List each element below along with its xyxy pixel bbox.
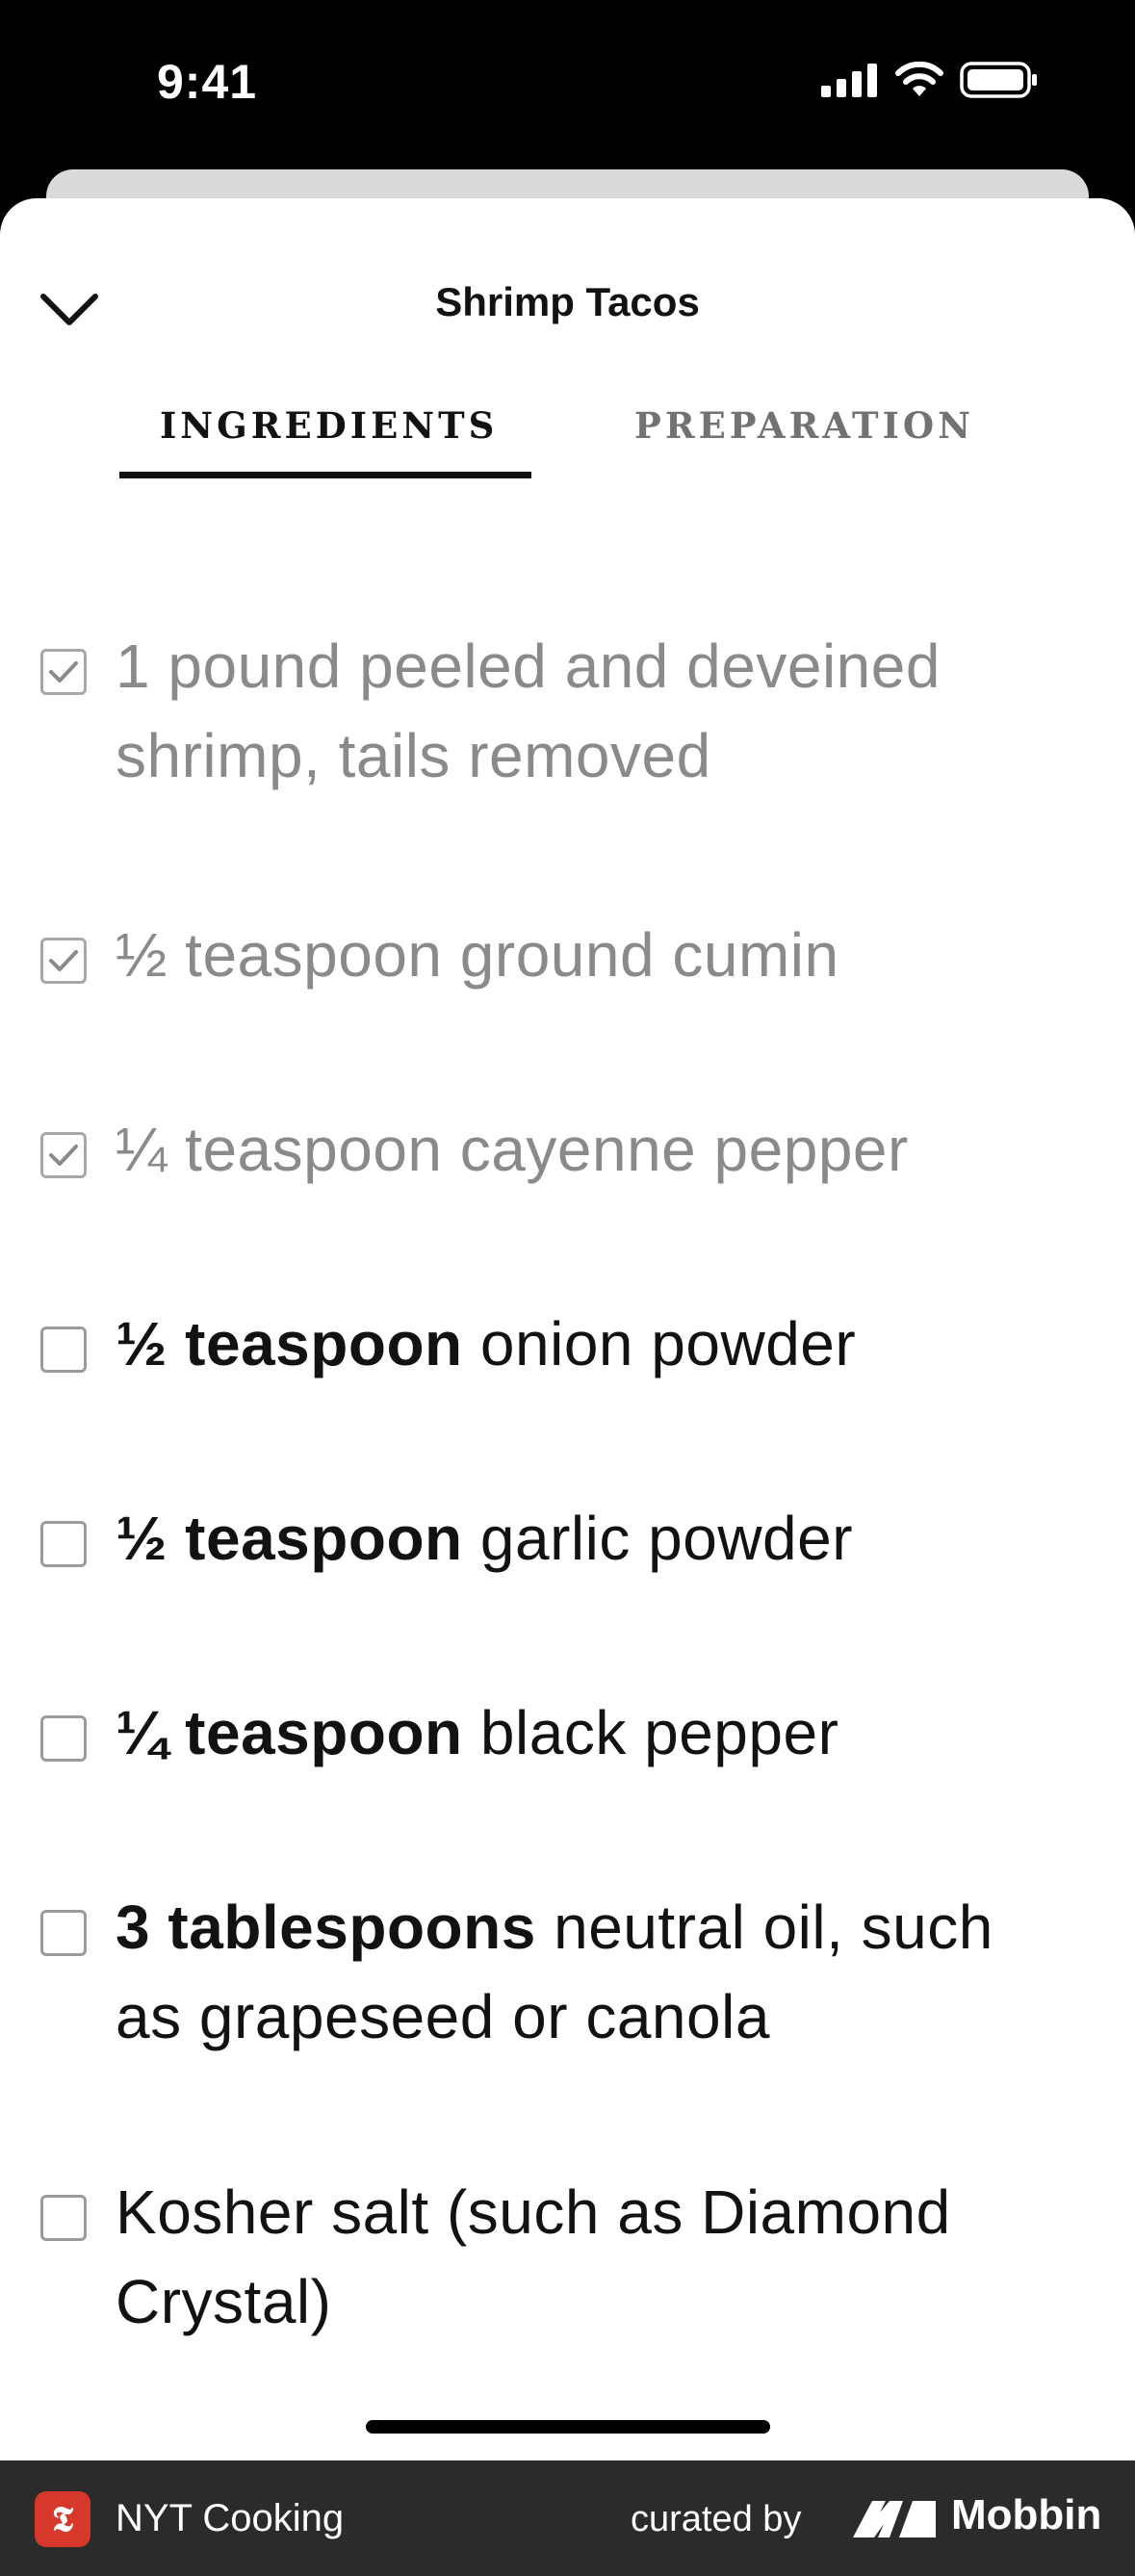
unchecked-checkbox[interactable] <box>40 1327 87 1373</box>
ingredient-line: Crystal) <box>116 2267 332 2336</box>
app-name: NYT Cooking <box>116 2497 345 2539</box>
ingredient-line: as grapeseed or canola <box>116 1982 770 2051</box>
recipe-sheet: Shrimp Tacos INGREDIENTS PREPARATION 1 p… <box>0 198 1135 2460</box>
ingredient-line: ½ teaspoon garlic powder <box>116 1494 1088 1584</box>
ingredient-line: 1 pound peeled and deveined <box>116 622 1088 711</box>
ingredient-name: black pepper <box>462 1698 839 1767</box>
ingredient-name: ¼ teaspoon cayenne pepper <box>116 1115 909 1184</box>
ingredient-name: neutral oil, such <box>535 1893 993 1962</box>
unchecked-checkbox[interactable] <box>40 2195 87 2241</box>
ingredient-quantity: ½ teaspoon <box>116 1309 463 1378</box>
ingredient-quantity: ¼ teaspoon <box>116 1698 463 1767</box>
ingredient-text: ½ teaspoon onion powder <box>116 1300 1088 1389</box>
unchecked-checkbox[interactable] <box>40 1910 87 1956</box>
status-bar: 9:41 <box>0 0 1135 164</box>
checked-checkbox[interactable] <box>40 1132 87 1178</box>
checked-checkbox[interactable] <box>40 938 87 984</box>
ingredient-line: ½ teaspoon ground cumin <box>116 911 1088 1000</box>
ingredient-name: garlic powder <box>462 1504 854 1573</box>
checked-checkbox[interactable] <box>40 649 87 695</box>
nyt-cooking-logo-icon: 𝕿 <box>35 2491 90 2547</box>
ingredient-line: ¼ teaspoon cayenne pepper <box>116 1105 1088 1195</box>
tab-preparation[interactable]: PREPARATION <box>634 404 974 447</box>
battery-icon <box>960 62 1037 98</box>
tab-bar: INGREDIENTS PREPARATION <box>0 404 1135 481</box>
unchecked-checkbox[interactable] <box>40 1715 87 1762</box>
checkmark-icon <box>49 661 78 683</box>
checkmark-icon <box>49 950 78 971</box>
ingredient-name: Kosher salt (such as Diamond <box>116 2177 951 2247</box>
mobbin-logo-icon <box>853 2501 936 2537</box>
ingredient-text: Kosher salt (such as Diamond Crystal) <box>116 2168 1088 2347</box>
home-indicator <box>366 2420 770 2434</box>
ingredient-name: 1 pound peeled and deveined <box>116 631 941 701</box>
status-time: 9:41 <box>157 55 258 109</box>
ingredient-text: ¼ teaspoon black pepper <box>116 1688 1088 1778</box>
ingredient-line: shrimp, tails removed <box>116 721 711 790</box>
recipe-title: Shrimp Tacos <box>435 279 700 324</box>
ingredient-line: 3 tablespoons neutral oil, such <box>116 1883 1088 1972</box>
curated-by-label: curated by <box>631 2499 802 2539</box>
ingredient-text: ½ teaspoon ground cumin <box>116 911 1088 1000</box>
ingredient-text: ½ teaspoon garlic powder <box>116 1494 1088 1584</box>
ingredient-name: ½ teaspoon ground cumin <box>116 920 839 990</box>
mobbin-brand: Mobbin <box>951 2491 1102 2538</box>
active-tab-indicator <box>119 472 531 478</box>
cellular-signal-icon <box>821 64 877 97</box>
ingredient-quantity: 3 tablespoons <box>116 1893 536 1962</box>
ingredient-line: ½ teaspoon onion powder <box>116 1300 1088 1389</box>
ingredient-text: 1 pound peeled and deveined shrimp, tails… <box>116 622 1088 801</box>
status-icons <box>821 62 1039 98</box>
ingredient-line: Kosher salt (such as Diamond <box>116 2168 1088 2257</box>
checkmark-icon <box>49 1145 78 1166</box>
ingredient-text: 3 tablespoons neutral oil, such as grapes… <box>116 1883 1088 2062</box>
unchecked-checkbox[interactable] <box>40 1521 87 1567</box>
ingredient-quantity: ½ teaspoon <box>116 1504 463 1573</box>
tab-ingredients[interactable]: INGREDIENTS <box>160 404 498 447</box>
wifi-icon <box>895 62 943 96</box>
ingredient-name: onion powder <box>462 1309 857 1378</box>
attribution-bar: 𝕿 NYT Cooking curated by Mobbin <box>0 2460 1135 2576</box>
ingredient-line: ¼ teaspoon black pepper <box>116 1688 1088 1778</box>
ingredient-text: ¼ teaspoon cayenne pepper <box>116 1105 1088 1195</box>
